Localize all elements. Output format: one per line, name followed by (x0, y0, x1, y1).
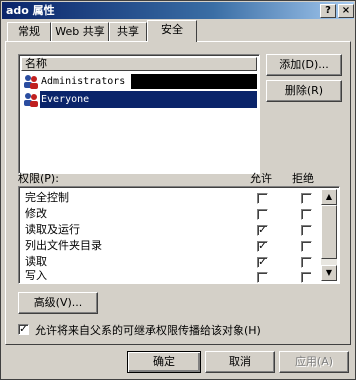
user-row-administrators[interactable]: Administrators (21, 73, 257, 90)
allow-checkbox[interactable] (257, 272, 268, 283)
redaction-bar (131, 74, 257, 89)
scroll-down-button[interactable]: ▼ (321, 265, 337, 281)
inherit-permissions-checkbox[interactable]: ✓ (18, 324, 29, 335)
permission-row: 读取 ✓ (21, 254, 312, 270)
arrow-up-icon: ▲ (325, 192, 333, 201)
allow-column-header: 允许 (250, 172, 272, 185)
allow-checkbox[interactable]: ✓ (257, 241, 268, 252)
properties-dialog: ado 属性 ? × 常规 Web 共享 共享 安全 名称 Administra… (0, 0, 356, 380)
title-bar[interactable]: ado 属性 ? × (2, 2, 354, 19)
remove-button[interactable]: 删除(R) (266, 80, 342, 102)
tab-security-label: 安全 (161, 23, 183, 36)
permission-name: 列出文件夹目录 (25, 239, 102, 252)
name-column-header[interactable]: 名称 (21, 57, 257, 71)
permission-row: 列出文件夹目录 ✓ (21, 238, 312, 254)
close-button[interactable]: × (338, 4, 354, 18)
user-row-everyone[interactable]: Everyone (21, 91, 257, 108)
users-listbox[interactable]: 名称 Administrators Everyone (18, 54, 260, 174)
tab-web-sharing[interactable]: Web 共享 (51, 22, 109, 42)
deny-checkbox[interactable] (301, 225, 312, 236)
scroll-thumb[interactable] (321, 205, 337, 259)
allow-checkbox[interactable] (257, 209, 268, 220)
inherit-permissions-label: 允许将来自父系的可继承权限传播给该对象(H) (35, 324, 261, 337)
permissions-scrollbar[interactable]: ▲ ▼ (321, 189, 337, 281)
scroll-up-button[interactable]: ▲ (321, 189, 337, 205)
cancel-button-label: 取消 (229, 355, 251, 368)
users-group-icon (24, 75, 38, 89)
permission-name: 写入 (25, 270, 47, 282)
advanced-button-label: 高级(V)... (33, 296, 83, 309)
name-column-header-label: 名称 (25, 57, 47, 70)
close-icon: × (341, 5, 351, 16)
help-button[interactable]: ? (320, 4, 336, 18)
deny-checkbox[interactable] (301, 241, 312, 252)
remove-button-label: 删除(R) (284, 84, 324, 97)
allow-checkbox[interactable]: ✓ (257, 257, 268, 268)
deny-checkbox[interactable] (301, 209, 312, 220)
permissions-list[interactable]: 完全控制 修改 读取及运行 ✓ 列出文件夹目录 ✓ 读取 ✓ 写入 ▲ ▼ (18, 186, 340, 284)
user-name: Administrators (41, 76, 126, 87)
ok-button-label: 确定 (153, 355, 175, 368)
users-group-icon (24, 93, 38, 107)
allow-checkbox[interactable] (257, 193, 268, 204)
tab-general[interactable]: 常规 (7, 22, 51, 42)
window-title: ado 属性 (6, 4, 55, 17)
permission-name: 读取及运行 (25, 223, 80, 236)
arrow-down-icon: ▼ (325, 268, 333, 277)
permission-row: 写入 (21, 270, 311, 283)
permission-name: 读取 (25, 255, 47, 268)
deny-checkbox[interactable] (301, 257, 312, 268)
tab-web-sharing-label: Web 共享 (55, 25, 105, 38)
add-button[interactable]: 添加(D)... (266, 54, 342, 76)
deny-column-header: 拒绝 (292, 172, 314, 185)
tab-sharing[interactable]: 共享 (109, 22, 147, 42)
permission-row: 修改 (21, 206, 312, 222)
security-tab-panel: 名称 Administrators Everyone 添加(D)... 删除(R… (5, 41, 351, 345)
deny-checkbox[interactable] (301, 272, 311, 283)
add-button-label: 添加(D)... (279, 58, 329, 71)
permissions-label: 权限(P): (18, 172, 59, 185)
tab-general-label: 常规 (18, 25, 40, 38)
allow-checkbox[interactable]: ✓ (257, 225, 268, 236)
advanced-button[interactable]: 高级(V)... (18, 292, 98, 314)
ok-button[interactable]: 确定 (127, 351, 201, 373)
user-name: Everyone (41, 94, 90, 105)
tab-sharing-label: 共享 (117, 25, 139, 38)
permission-row: 读取及运行 ✓ (21, 222, 312, 238)
apply-button[interactable]: 应用(A) (279, 351, 349, 373)
apply-button-label: 应用(A) (294, 355, 334, 368)
deny-checkbox[interactable] (301, 193, 312, 204)
help-icon: ? (325, 5, 331, 16)
permission-name: 完全控制 (25, 191, 69, 204)
cancel-button[interactable]: 取消 (205, 351, 275, 373)
permission-row: 完全控制 (21, 190, 312, 206)
permission-name: 修改 (25, 207, 47, 220)
tab-security[interactable]: 安全 (147, 20, 197, 42)
